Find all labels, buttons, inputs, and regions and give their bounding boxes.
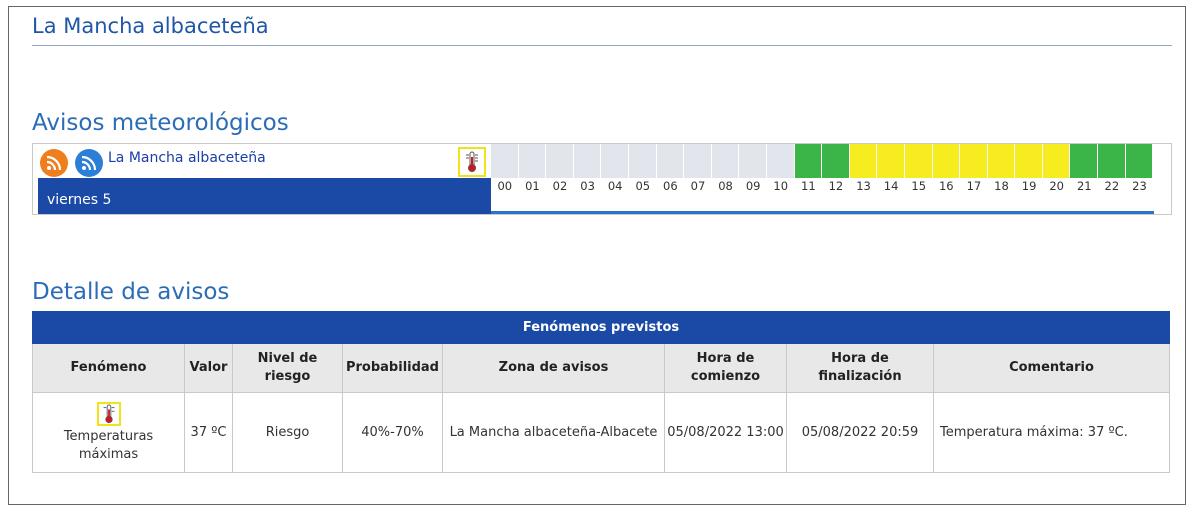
hour-label-06: 06 xyxy=(663,179,678,193)
cell-start: 05/08/2022 13:00 xyxy=(664,392,787,473)
hour-label-20: 20 xyxy=(1049,179,1064,193)
hour-label-04: 04 xyxy=(607,179,623,193)
column-header: Hora de comienzo xyxy=(664,343,787,393)
hour-cell-18 xyxy=(987,144,1016,178)
hour-label-01: 01 xyxy=(525,179,540,193)
hour-cell-23 xyxy=(1125,144,1154,178)
hour-cell-03 xyxy=(573,144,602,178)
hour-label-18: 18 xyxy=(994,179,1009,193)
warnings-heading: Avisos meteorológicos xyxy=(32,110,289,136)
rss-orange-icon[interactable] xyxy=(40,149,68,177)
title-divider xyxy=(32,45,1172,46)
hour-cell-10 xyxy=(766,144,795,178)
hour-label-12: 12 xyxy=(828,179,844,193)
hour-label-13: 13 xyxy=(856,179,871,193)
column-header: Zona de avisos xyxy=(442,343,665,393)
warnings-timeline: La Mancha albaceteña viernes 5 00 01 02 03 0… xyxy=(32,143,1172,215)
hour-cell-07 xyxy=(684,144,712,178)
hour-cell-19 xyxy=(1015,144,1043,178)
cell-zone: La Mancha albaceteña-Albacete xyxy=(442,392,665,473)
hour-cell-12 xyxy=(822,144,850,178)
hour-cell-20 xyxy=(1042,144,1071,178)
cell-end: 05/08/2022 20:59 xyxy=(786,392,934,473)
cell-probability: 40%-70% xyxy=(342,392,443,473)
hour-cell-09 xyxy=(739,144,767,178)
hour-cell-16 xyxy=(932,144,961,178)
hour-label-07: 07 xyxy=(690,179,706,193)
table-header-row: Fenómeno Valor Nivel de riesgo Probabilidad… xyxy=(32,343,1171,393)
column-header: Fenómeno xyxy=(32,343,185,393)
column-header: Comentario xyxy=(932,343,1171,393)
hour-label-02: 02 xyxy=(552,179,568,193)
cell-comment: Temperatura máxima: 37 ºC. xyxy=(932,392,1171,473)
hour-label-21: 21 xyxy=(1076,179,1092,193)
hour-label-16: 16 xyxy=(938,179,954,193)
hour-cell-04 xyxy=(601,144,629,178)
hour-cell-00 xyxy=(491,144,519,178)
hour-label-17: 17 xyxy=(966,179,982,193)
phenomenon-text: Temperaturas máximas xyxy=(63,428,154,462)
hours-underline xyxy=(491,211,1154,214)
hour-cell-14 xyxy=(877,144,905,178)
column-header: Valor xyxy=(184,343,233,393)
column-header: Probabilidad xyxy=(342,343,443,393)
hour-level-grid xyxy=(491,144,1154,178)
zone-title: La Mancha albaceteña xyxy=(32,14,269,38)
hour-label-03: 03 xyxy=(580,179,595,193)
cell-risk: Riesgo xyxy=(232,392,343,473)
hour-cell-01 xyxy=(518,144,547,178)
hour-cell-05 xyxy=(628,144,657,178)
hour-label-15: 15 xyxy=(911,179,927,193)
detail-heading: Detalle de avisos xyxy=(32,279,230,305)
hour-cell-02 xyxy=(546,144,574,178)
table-caption: Fenómenos previstos xyxy=(31,311,1171,344)
zone-link[interactable]: La Mancha albaceteña xyxy=(108,150,266,166)
cell-value: 37 ºC xyxy=(184,392,233,473)
hour-cell-17 xyxy=(960,144,988,178)
warnings-detail-table: Fenómenos previstos Fenómeno Valor Nivel d… xyxy=(31,311,1171,473)
hour-label-10: 10 xyxy=(773,179,789,193)
hour-label-19: 19 xyxy=(1021,179,1037,193)
hour-cell-13 xyxy=(849,144,878,178)
hour-label-08: 08 xyxy=(718,179,733,193)
hour-label-23: 23 xyxy=(1132,179,1147,193)
hour-cell-08 xyxy=(711,144,740,178)
hour-labels: 00 01 02 03 04 05 06 07 08 09 10 11 12 13 14 15 16 17 18 19… xyxy=(491,179,1154,199)
hour-cell-06 xyxy=(656,144,685,178)
hour-label-00: 00 xyxy=(497,179,513,193)
rss-blue-icon[interactable] xyxy=(75,149,103,177)
hour-label-09: 09 xyxy=(745,179,761,193)
hour-cell-22 xyxy=(1098,144,1126,178)
day-bar: viernes 5 xyxy=(38,178,491,214)
thermometer-icon[interactable] xyxy=(458,147,486,177)
cell-phenomenon: Temperaturas máximas xyxy=(32,392,185,473)
column-header: Hora de finalización xyxy=(786,343,934,393)
hour-label-05: 05 xyxy=(635,179,651,193)
hour-label-22: 22 xyxy=(1104,179,1120,193)
hour-cell-15 xyxy=(904,144,933,178)
thermometer-icon xyxy=(96,401,121,426)
hour-cell-11 xyxy=(794,144,823,178)
hour-label-11: 11 xyxy=(801,179,816,193)
hour-label-14: 14 xyxy=(883,179,899,193)
column-header: Nivel de riesgo xyxy=(232,343,343,393)
hour-cell-21 xyxy=(1070,144,1099,178)
table-row: Temperaturas máximas 37 ºC Riesgo 40%-70… xyxy=(32,392,1171,473)
